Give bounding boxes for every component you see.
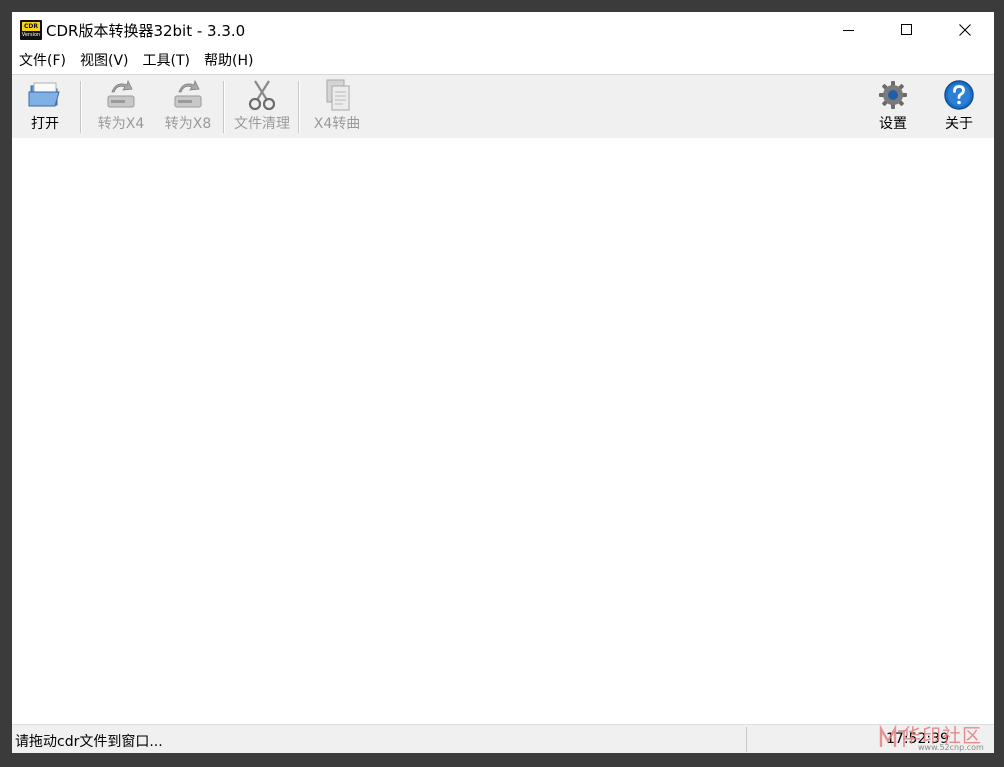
- help-icon: [941, 77, 977, 113]
- menu-view[interactable]: 视图(V): [73, 49, 136, 73]
- convert-x4-label: 转为X4: [97, 116, 145, 132]
- maximize-icon: [901, 24, 912, 35]
- open-label: 打开: [31, 116, 59, 132]
- toolbar-separator: [298, 81, 300, 133]
- menu-tools[interactable]: 工具(T): [136, 49, 197, 73]
- x4-curve-button[interactable]: X4转曲: [310, 77, 364, 135]
- window-title: CDR版本转换器32bit - 3.3.0: [46, 22, 246, 40]
- settings-label: 设置: [879, 116, 907, 132]
- menu-file[interactable]: 文件(F): [12, 49, 73, 73]
- folder-open-icon: [27, 77, 63, 113]
- maximize-button[interactable]: [878, 12, 936, 48]
- status-bar: 请拖动cdr文件到窗口... 17:52:39 华印社区 www.52cnp.c…: [12, 724, 994, 753]
- minimize-icon: [843, 30, 854, 31]
- menu-bar: 文件(F) 视图(V) 工具(T) 帮助(H): [12, 49, 994, 73]
- convert-x8-label: 转为X8: [164, 116, 212, 132]
- settings-button[interactable]: 设置: [874, 77, 912, 135]
- app-logo-icon: CDR Version: [20, 20, 42, 40]
- status-message: 请拖动cdr文件到窗口...: [15, 734, 163, 750]
- open-button[interactable]: 打开: [26, 77, 64, 135]
- file-clean-label: 文件清理: [234, 116, 290, 132]
- menu-help[interactable]: 帮助(H): [197, 49, 260, 73]
- close-icon: [959, 24, 971, 36]
- status-divider: [746, 727, 747, 752]
- file-clean-button[interactable]: 文件清理: [230, 77, 294, 135]
- convert-x4-button[interactable]: 转为X4: [94, 77, 148, 135]
- title-bar[interactable]: CDR Version CDR版本转换器32bit - 3.3.0: [12, 12, 994, 48]
- scissors-icon: [244, 77, 280, 113]
- close-button[interactable]: [936, 12, 994, 48]
- app-window: CDR Version CDR版本转换器32bit - 3.3.0 文件(F) …: [12, 12, 994, 753]
- drive-arrow-icon: [170, 77, 206, 113]
- x4-curve-label: X4转曲: [313, 116, 361, 132]
- status-clock: 17:52:39: [886, 731, 949, 747]
- about-label: 关于: [945, 116, 973, 132]
- about-button[interactable]: 关于: [940, 77, 978, 135]
- gear-icon: [875, 77, 911, 113]
- toolbar: 打开 转为X4 转为X8 文件清理 X4转曲 设置 关于: [12, 74, 994, 138]
- drive-arrow-icon: [103, 77, 139, 113]
- app-logo-top-text: CDR: [22, 22, 40, 31]
- documents-copy-icon: [319, 77, 355, 113]
- app-logo-bottom-text: Version: [21, 32, 41, 38]
- convert-x8-button[interactable]: 转为X8: [161, 77, 215, 135]
- toolbar-separator: [223, 81, 225, 133]
- toolbar-separator: [80, 81, 82, 133]
- minimize-button[interactable]: [820, 12, 878, 48]
- file-drop-area[interactable]: [12, 138, 994, 724]
